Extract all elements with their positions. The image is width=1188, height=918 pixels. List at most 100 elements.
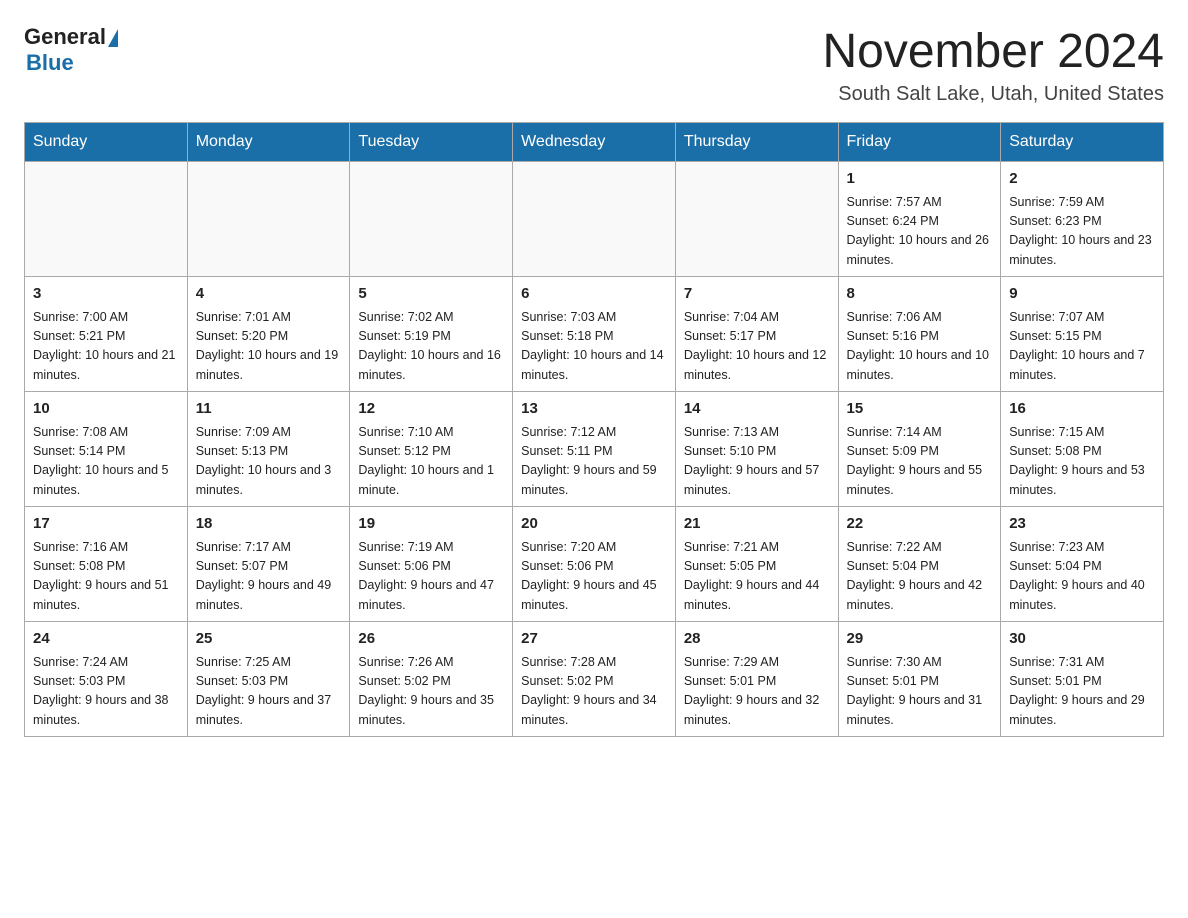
calendar-cell: 10Sunrise: 7:08 AM Sunset: 5:14 PM Dayli… <box>25 392 188 507</box>
day-info: Sunrise: 7:04 AM Sunset: 5:17 PM Dayligh… <box>684 308 830 386</box>
calendar-cell: 30Sunrise: 7:31 AM Sunset: 5:01 PM Dayli… <box>1001 622 1164 737</box>
day-info: Sunrise: 7:20 AM Sunset: 5:06 PM Dayligh… <box>521 538 667 616</box>
logo-triangle-icon <box>108 29 118 47</box>
day-number: 20 <box>521 513 667 536</box>
day-number: 11 <box>196 398 342 421</box>
calendar-cell: 25Sunrise: 7:25 AM Sunset: 5:03 PM Dayli… <box>187 622 350 737</box>
day-info: Sunrise: 7:14 AM Sunset: 5:09 PM Dayligh… <box>847 423 993 501</box>
day-info: Sunrise: 7:19 AM Sunset: 5:06 PM Dayligh… <box>358 538 504 616</box>
day-number: 14 <box>684 398 830 421</box>
day-number: 23 <box>1009 513 1155 536</box>
day-info: Sunrise: 7:00 AM Sunset: 5:21 PM Dayligh… <box>33 308 179 386</box>
day-info: Sunrise: 7:28 AM Sunset: 5:02 PM Dayligh… <box>521 653 667 731</box>
calendar-cell: 20Sunrise: 7:20 AM Sunset: 5:06 PM Dayli… <box>513 507 676 622</box>
calendar-cell: 21Sunrise: 7:21 AM Sunset: 5:05 PM Dayli… <box>675 507 838 622</box>
day-info: Sunrise: 7:06 AM Sunset: 5:16 PM Dayligh… <box>847 308 993 386</box>
day-number: 25 <box>196 628 342 651</box>
day-info: Sunrise: 7:25 AM Sunset: 5:03 PM Dayligh… <box>196 653 342 731</box>
day-info: Sunrise: 7:59 AM Sunset: 6:23 PM Dayligh… <box>1009 193 1155 271</box>
day-number: 8 <box>847 283 993 306</box>
weekday-header-monday: Monday <box>187 123 350 162</box>
day-number: 15 <box>847 398 993 421</box>
day-number: 7 <box>684 283 830 306</box>
calendar-cell: 12Sunrise: 7:10 AM Sunset: 5:12 PM Dayli… <box>350 392 513 507</box>
calendar-cell: 2Sunrise: 7:59 AM Sunset: 6:23 PM Daylig… <box>1001 162 1164 277</box>
day-info: Sunrise: 7:07 AM Sunset: 5:15 PM Dayligh… <box>1009 308 1155 386</box>
calendar-title: November 2024 <box>822 24 1164 79</box>
week-row-3: 10Sunrise: 7:08 AM Sunset: 5:14 PM Dayli… <box>25 392 1164 507</box>
calendar-cell: 23Sunrise: 7:23 AM Sunset: 5:04 PM Dayli… <box>1001 507 1164 622</box>
day-number: 28 <box>684 628 830 651</box>
weekday-header-thursday: Thursday <box>675 123 838 162</box>
day-info: Sunrise: 7:31 AM Sunset: 5:01 PM Dayligh… <box>1009 653 1155 731</box>
day-info: Sunrise: 7:08 AM Sunset: 5:14 PM Dayligh… <box>33 423 179 501</box>
calendar-cell: 24Sunrise: 7:24 AM Sunset: 5:03 PM Dayli… <box>25 622 188 737</box>
calendar-cell: 27Sunrise: 7:28 AM Sunset: 5:02 PM Dayli… <box>513 622 676 737</box>
day-info: Sunrise: 7:30 AM Sunset: 5:01 PM Dayligh… <box>847 653 993 731</box>
day-number: 26 <box>358 628 504 651</box>
day-info: Sunrise: 7:16 AM Sunset: 5:08 PM Dayligh… <box>33 538 179 616</box>
day-number: 4 <box>196 283 342 306</box>
day-number: 2 <box>1009 168 1155 191</box>
day-number: 6 <box>521 283 667 306</box>
page-header: General Blue November 2024 South Salt La… <box>24 24 1164 106</box>
calendar-cell: 4Sunrise: 7:01 AM Sunset: 5:20 PM Daylig… <box>187 277 350 392</box>
day-number: 9 <box>1009 283 1155 306</box>
calendar-cell: 26Sunrise: 7:26 AM Sunset: 5:02 PM Dayli… <box>350 622 513 737</box>
weekday-header-friday: Friday <box>838 123 1001 162</box>
day-info: Sunrise: 7:12 AM Sunset: 5:11 PM Dayligh… <box>521 423 667 501</box>
day-info: Sunrise: 7:10 AM Sunset: 5:12 PM Dayligh… <box>358 423 504 501</box>
calendar-header: SundayMondayTuesdayWednesdayThursdayFrid… <box>25 123 1164 162</box>
calendar-cell: 18Sunrise: 7:17 AM Sunset: 5:07 PM Dayli… <box>187 507 350 622</box>
calendar-cell: 14Sunrise: 7:13 AM Sunset: 5:10 PM Dayli… <box>675 392 838 507</box>
day-number: 27 <box>521 628 667 651</box>
calendar-cell <box>25 162 188 277</box>
calendar-cell: 11Sunrise: 7:09 AM Sunset: 5:13 PM Dayli… <box>187 392 350 507</box>
day-number: 5 <box>358 283 504 306</box>
calendar-cell: 5Sunrise: 7:02 AM Sunset: 5:19 PM Daylig… <box>350 277 513 392</box>
day-number: 24 <box>33 628 179 651</box>
day-info: Sunrise: 7:29 AM Sunset: 5:01 PM Dayligh… <box>684 653 830 731</box>
day-info: Sunrise: 7:15 AM Sunset: 5:08 PM Dayligh… <box>1009 423 1155 501</box>
calendar-cell: 3Sunrise: 7:00 AM Sunset: 5:21 PM Daylig… <box>25 277 188 392</box>
day-info: Sunrise: 7:23 AM Sunset: 5:04 PM Dayligh… <box>1009 538 1155 616</box>
logo: General Blue <box>24 24 118 76</box>
calendar-cell: 19Sunrise: 7:19 AM Sunset: 5:06 PM Dayli… <box>350 507 513 622</box>
calendar-cell: 28Sunrise: 7:29 AM Sunset: 5:01 PM Dayli… <box>675 622 838 737</box>
weekday-header-sunday: Sunday <box>25 123 188 162</box>
weekday-header-tuesday: Tuesday <box>350 123 513 162</box>
day-info: Sunrise: 7:02 AM Sunset: 5:19 PM Dayligh… <box>358 308 504 386</box>
week-row-4: 17Sunrise: 7:16 AM Sunset: 5:08 PM Dayli… <box>25 507 1164 622</box>
day-number: 3 <box>33 283 179 306</box>
day-number: 10 <box>33 398 179 421</box>
day-number: 1 <box>847 168 993 191</box>
week-row-5: 24Sunrise: 7:24 AM Sunset: 5:03 PM Dayli… <box>25 622 1164 737</box>
calendar-cell: 9Sunrise: 7:07 AM Sunset: 5:15 PM Daylig… <box>1001 277 1164 392</box>
day-number: 13 <box>521 398 667 421</box>
calendar-subtitle: South Salt Lake, Utah, United States <box>822 83 1164 106</box>
day-info: Sunrise: 7:17 AM Sunset: 5:07 PM Dayligh… <box>196 538 342 616</box>
calendar-cell <box>350 162 513 277</box>
calendar-cell <box>513 162 676 277</box>
day-number: 12 <box>358 398 504 421</box>
title-block: November 2024 South Salt Lake, Utah, Uni… <box>822 24 1164 106</box>
week-row-1: 1Sunrise: 7:57 AM Sunset: 6:24 PM Daylig… <box>25 162 1164 277</box>
calendar-body: 1Sunrise: 7:57 AM Sunset: 6:24 PM Daylig… <box>25 162 1164 737</box>
calendar-cell: 16Sunrise: 7:15 AM Sunset: 5:08 PM Dayli… <box>1001 392 1164 507</box>
weekday-header-wednesday: Wednesday <box>513 123 676 162</box>
calendar-cell: 1Sunrise: 7:57 AM Sunset: 6:24 PM Daylig… <box>838 162 1001 277</box>
day-number: 29 <box>847 628 993 651</box>
calendar-table: SundayMondayTuesdayWednesdayThursdayFrid… <box>24 122 1164 737</box>
day-number: 18 <box>196 513 342 536</box>
day-info: Sunrise: 7:03 AM Sunset: 5:18 PM Dayligh… <box>521 308 667 386</box>
calendar-cell: 17Sunrise: 7:16 AM Sunset: 5:08 PM Dayli… <box>25 507 188 622</box>
day-info: Sunrise: 7:13 AM Sunset: 5:10 PM Dayligh… <box>684 423 830 501</box>
calendar-cell: 22Sunrise: 7:22 AM Sunset: 5:04 PM Dayli… <box>838 507 1001 622</box>
day-number: 22 <box>847 513 993 536</box>
day-info: Sunrise: 7:01 AM Sunset: 5:20 PM Dayligh… <box>196 308 342 386</box>
calendar-cell: 29Sunrise: 7:30 AM Sunset: 5:01 PM Dayli… <box>838 622 1001 737</box>
day-info: Sunrise: 7:22 AM Sunset: 5:04 PM Dayligh… <box>847 538 993 616</box>
calendar-cell: 7Sunrise: 7:04 AM Sunset: 5:17 PM Daylig… <box>675 277 838 392</box>
calendar-cell <box>187 162 350 277</box>
logo-general-text: General <box>24 24 106 50</box>
